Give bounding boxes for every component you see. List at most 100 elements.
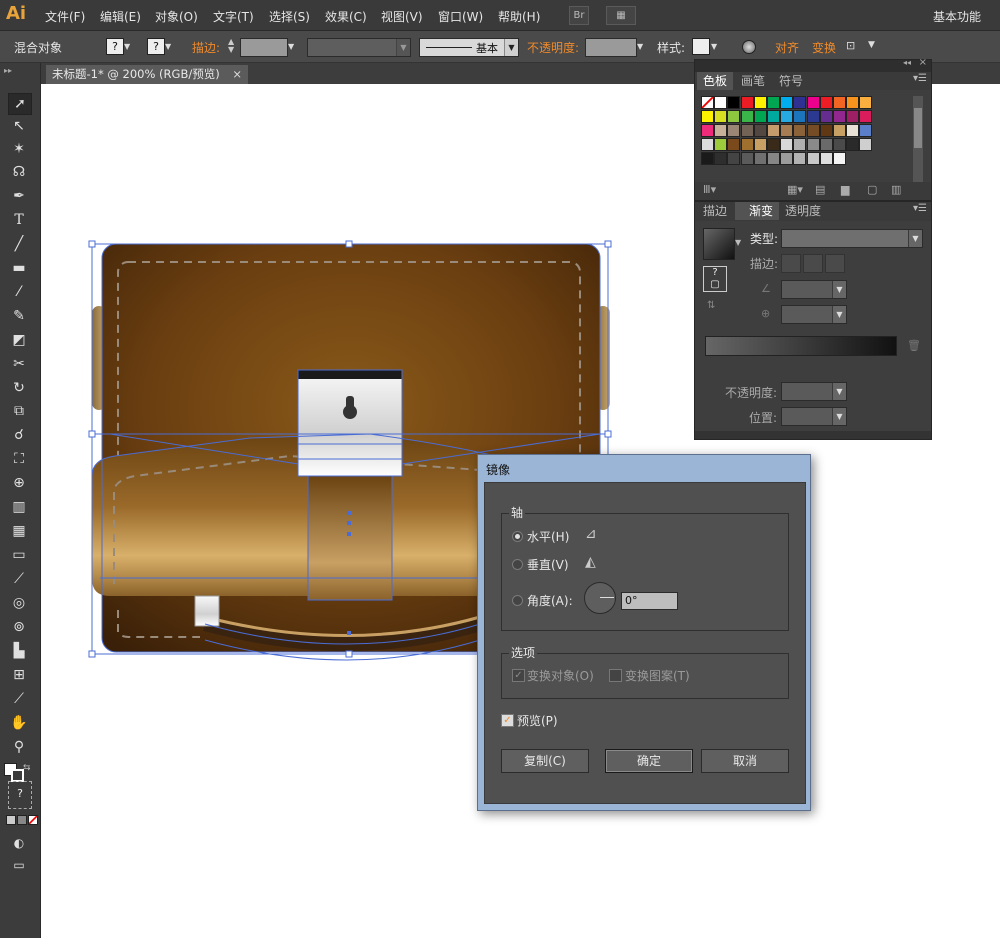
menu-edit[interactable]: 编辑(E) [100, 8, 141, 25]
arrange-documents-button[interactable]: ▦ [606, 6, 636, 25]
swatch-1-5[interactable] [767, 110, 780, 123]
swatch-1-9[interactable] [819, 110, 833, 123]
gradient-type-dropdown[interactable]: ▼ [781, 229, 923, 248]
swatch-0-2[interactable] [727, 96, 741, 109]
swatch-0-7[interactable] [793, 96, 807, 109]
swatch-2-1[interactable] [714, 124, 728, 137]
recolor-artwork-icon[interactable] [742, 40, 756, 54]
angle-label[interactable]: 角度(A): [527, 592, 573, 609]
gradient-panel-menu-icon[interactable]: ▾☰ [913, 203, 927, 214]
swatch-library-icon[interactable]: Ⅲ▾ [703, 183, 716, 196]
swatch-2-3[interactable] [740, 124, 754, 137]
menu-effect[interactable]: 效果(C) [325, 8, 367, 25]
magic-wand-tool-icon[interactable]: ✶ [8, 139, 30, 159]
gradient-opacity-dropdown[interactable]: ▼ [781, 382, 847, 401]
stroke-along-icon[interactable] [803, 254, 823, 273]
swatch-0-5[interactable] [767, 96, 780, 109]
eyedropper-tool-icon[interactable]: ⟋ [8, 569, 30, 589]
tab-brushes[interactable]: 画笔 [735, 72, 771, 90]
tab-gradient[interactable]: 渐变 [735, 202, 780, 220]
panel-title-bar[interactable]: ◂◂ × [695, 57, 931, 72]
gradient-thumbnail[interactable] [703, 228, 735, 260]
gradient-position-dropdown[interactable]: ▼ [781, 407, 847, 426]
free-transform-tool-icon[interactable]: ⛶ [8, 449, 30, 469]
angle-radio[interactable] [512, 595, 523, 606]
type-tool-icon[interactable]: T [8, 210, 30, 230]
scale-tool-icon[interactable]: ⧉ [8, 401, 30, 421]
panel-menu-icon[interactable]: ▾☰ [913, 73, 927, 84]
horizontal-label[interactable]: 水平(H) [527, 528, 569, 545]
swatch-3-6[interactable] [780, 138, 794, 151]
swatch-2-6[interactable] [780, 124, 794, 137]
swatch-2-5[interactable] [767, 124, 780, 137]
style-dropdown-icon[interactable]: ▼ [711, 38, 721, 55]
transform-objects-label[interactable]: 变换对象(O) [527, 667, 594, 684]
swatch-0-6[interactable] [780, 96, 794, 109]
transform-patterns-checkbox[interactable] [609, 669, 622, 682]
angle-input[interactable]: 0° [621, 592, 678, 610]
tab-stroke[interactable]: 描边 [697, 202, 733, 220]
swatch-1-2[interactable] [727, 110, 741, 123]
none-mode-icon[interactable] [28, 815, 38, 825]
variable-width-dropdown[interactable]: ▼ [307, 38, 411, 57]
direct-selection-tool-icon[interactable]: ↖ [8, 116, 30, 136]
swatch-3-11[interactable] [846, 138, 860, 151]
swatch-3-0[interactable] [701, 138, 714, 151]
pencil-tool-icon[interactable]: ✎ [8, 306, 30, 326]
stroke-across-icon[interactable] [825, 254, 845, 273]
opacity-input[interactable] [585, 38, 637, 57]
swatch-1-10[interactable] [833, 110, 846, 123]
cancel-button[interactable]: 取消 [701, 749, 789, 773]
angle-dial[interactable] [584, 582, 616, 614]
swatch-1-6[interactable] [780, 110, 794, 123]
line-tool-icon[interactable]: ╱ [8, 234, 30, 254]
tab-symbols[interactable]: 符号 [773, 72, 809, 90]
horizontal-radio[interactable] [512, 531, 523, 542]
gradient-angle-dropdown[interactable]: ▼ [781, 280, 847, 299]
delete-swatch-icon[interactable]: ▥ [891, 183, 901, 196]
preview-label[interactable]: 预览(P) [517, 712, 558, 729]
swatch-2-10[interactable] [833, 124, 846, 137]
stroke-weight-label[interactable]: 描边: [192, 39, 220, 56]
gradient-slider[interactable] [705, 336, 897, 356]
vertical-radio[interactable] [512, 559, 523, 570]
menu-select[interactable]: 选择(S) [269, 8, 310, 25]
swatch-2-11[interactable] [846, 124, 860, 137]
swatch-0-12[interactable] [859, 96, 873, 109]
rectangle-tool-icon[interactable]: ▬ [8, 258, 30, 278]
scissors-tool-icon[interactable]: ✂ [8, 354, 30, 374]
swatch-3-8[interactable] [806, 138, 820, 151]
swatch-1-8[interactable] [806, 110, 820, 123]
swatch-2-2[interactable] [727, 124, 741, 137]
transform-patterns-label[interactable]: 变换图案(T) [625, 667, 690, 684]
swatch-4-6[interactable] [780, 152, 794, 165]
swatch-1-0[interactable] [701, 110, 714, 123]
new-swatch-icon[interactable]: ▢ [867, 183, 877, 196]
transform-objects-checkbox[interactable]: ✓ [512, 669, 525, 682]
swatch-0-1[interactable] [714, 96, 728, 109]
gradient-fill-stroke-icon[interactable]: ? ▢ [703, 266, 727, 292]
transform-link[interactable]: 变换 [812, 39, 836, 56]
close-tab-icon[interactable]: × [232, 65, 242, 84]
preview-checkbox[interactable]: ✓ [501, 714, 514, 727]
isolate-group-icon[interactable]: ⊡ [846, 39, 862, 53]
swatch-3-3[interactable] [740, 138, 754, 151]
swatch-0-9[interactable] [819, 96, 833, 109]
swatch-0-4[interactable] [753, 96, 767, 109]
workspace-switcher[interactable]: 基本功能 [933, 8, 981, 25]
collapse-panel-icon[interactable]: ◂◂ [903, 58, 911, 67]
swatch-2-7[interactable] [793, 124, 807, 137]
graphic-style-swatch[interactable] [692, 38, 710, 55]
swatch-3-5[interactable] [767, 138, 780, 151]
menu-object[interactable]: 对象(O) [155, 8, 198, 25]
gradient-tool-icon[interactable]: ▭ [8, 545, 30, 565]
screen-mode-icon[interactable]: ▭ [8, 855, 30, 875]
shape-builder-tool-icon[interactable]: ⊕ [8, 473, 30, 493]
swatch-1-3[interactable] [740, 110, 754, 123]
swatch-4-0[interactable] [701, 152, 714, 165]
expand-panel-icon[interactable]: ▸▸ [4, 66, 12, 75]
swatch-2-12[interactable] [859, 124, 873, 137]
lasso-tool-icon[interactable]: ☊ [8, 162, 30, 182]
eraser-tool-icon[interactable]: ◩ [8, 330, 30, 350]
swatch-4-1[interactable] [714, 152, 728, 165]
